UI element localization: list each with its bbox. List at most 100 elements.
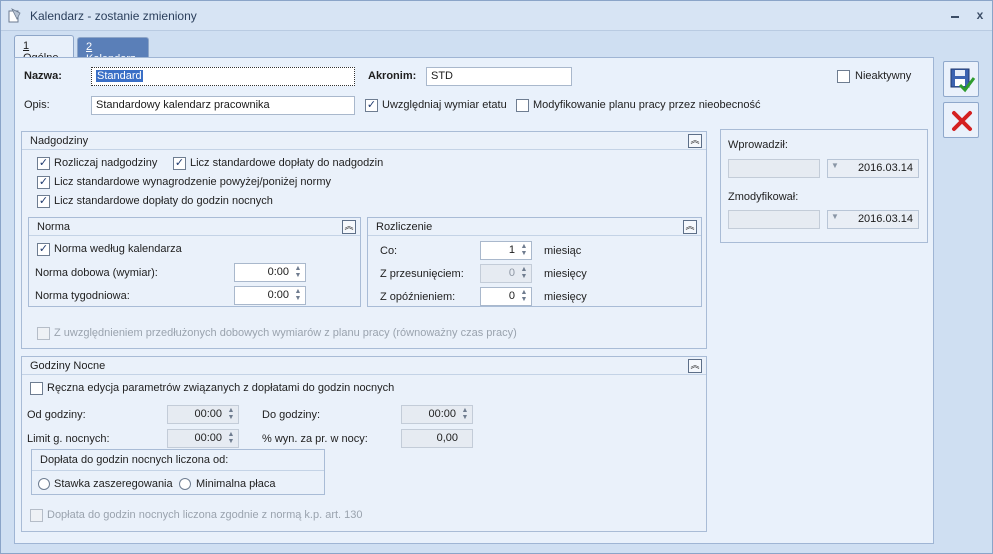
wprowadzil-date-field: ▼ 2016.03.14	[827, 159, 919, 178]
procent-input[interactable]: 0,00	[401, 429, 473, 448]
licz-doplaty-nocne-label: Licz standardowe dopłaty do godzin nocny…	[54, 195, 273, 207]
od-godziny-value: 00:00	[194, 408, 222, 420]
wprowadzil-user-field	[728, 159, 820, 178]
norma-tygodniowa-spinner[interactable]: 0:00 ▲ ▼	[234, 286, 306, 305]
zmodyfikowal-date: 2016.03.14	[857, 213, 913, 225]
od-godziny-label: Od godziny:	[27, 409, 86, 421]
od-godziny-spinner[interactable]: 00:00 ▲ ▼	[167, 405, 239, 424]
norma-header: Norma ︽	[29, 218, 360, 236]
do-godziny-label: Do godziny:	[262, 409, 321, 421]
norma-kalendarz-label: Norma według kalendarza	[54, 243, 182, 255]
limit-nocnych-value: 00:00	[194, 432, 222, 444]
cancel-icon	[950, 109, 974, 136]
norma-tygodniowa-value: 0:00	[267, 289, 289, 301]
nazwa-input[interactable]: Standard	[91, 67, 355, 86]
nazwa-value: Standard	[96, 70, 143, 82]
opoznienie-label: Z opóźnieniem:	[380, 291, 456, 303]
przesuniecie-spinner[interactable]: 0 ▲ ▼	[480, 264, 532, 283]
spinner-arrows-icon[interactable]: ▲ ▼	[518, 266, 530, 281]
cancel-button[interactable]	[943, 102, 979, 138]
opis-input[interactable]: Standardowy kalendarz pracownika	[91, 96, 355, 115]
przesuniecie-label: Z przesunięciem:	[380, 268, 464, 280]
tab-ogolne[interactable]: 1 Ogólne	[14, 35, 74, 64]
godziny-nocne-header: Godziny Nocne ︽	[22, 357, 706, 375]
spinner-arrows-icon[interactable]: ▲ ▼	[459, 407, 471, 422]
minimalna-radio[interactable]	[179, 478, 191, 490]
reczna-edycja-label: Ręczna edycja parametrów związanych z do…	[47, 382, 395, 394]
uwzgledniaj-checkbox[interactable]: ✓	[365, 99, 378, 112]
rozliczaj-checkbox[interactable]: ✓	[37, 157, 50, 170]
save-button[interactable]	[943, 61, 979, 97]
spinner-arrows-icon[interactable]: ▲ ▼	[225, 431, 237, 446]
opoznienie-spinner[interactable]: 0 ▲ ▼	[480, 287, 532, 306]
reczna-edycja-checkbox[interactable]	[30, 382, 43, 395]
akronim-label: Akronim:	[368, 70, 417, 82]
zgodnie-checkbox[interactable]	[30, 509, 43, 522]
licz-doplaty-nocne-checkbox[interactable]: ✓	[37, 195, 50, 208]
nieaktywny-checkbox[interactable]	[837, 70, 850, 83]
tab-kalendarz[interactable]: 2 Kalendarz	[77, 37, 149, 65]
spinner-arrows-icon[interactable]: ▲ ▼	[292, 265, 304, 280]
title-bar[interactable]: Kalendarz - zostanie zmieniony x	[1, 1, 992, 31]
co-label: Co:	[380, 245, 398, 257]
norma-title: Norma	[37, 221, 71, 233]
window-title: Kalendarz - zostanie zmieniony	[30, 9, 197, 23]
stawka-radio[interactable]	[38, 478, 50, 490]
modyfikowanie-label: Modyfikowanie planu pracy przez nieobecn…	[533, 99, 761, 111]
godziny-nocne-collapse-icon[interactable]: ︽	[688, 359, 702, 373]
modyfikowanie-checkbox[interactable]	[516, 99, 529, 112]
rozliczaj-label: Rozliczaj nadgodziny	[54, 157, 158, 169]
z-uwzglednieniem-label: Z uwzględnieniem przedłużonych dobowych …	[54, 327, 517, 339]
limit-nocnych-spinner[interactable]: 00:00 ▲ ▼	[167, 429, 239, 448]
rozliczenie-panel: Rozliczenie ︽ Co: 1 ▲ ▼ miesiąc Z przesun…	[367, 217, 702, 307]
save-icon	[948, 66, 976, 97]
limit-nocnych-label: Limit g. nocnych:	[27, 433, 110, 445]
nadgodziny-collapse-icon[interactable]: ︽	[688, 134, 702, 148]
norma-collapse-icon[interactable]: ︽	[342, 220, 356, 234]
audit-panel: Wprowadził: ▼ 2016.03.14 Zmodyfikował: ▼…	[720, 129, 928, 243]
tab-ogolne-hotkey: 1	[23, 40, 30, 52]
close-button[interactable]: x	[972, 8, 988, 24]
chevron-down-icon: ▼	[831, 161, 839, 170]
rozliczenie-collapse-icon[interactable]: ︽	[683, 220, 697, 234]
do-godziny-spinner[interactable]: 00:00 ▲ ▼	[401, 405, 473, 424]
godziny-nocne-panel: Godziny Nocne ︽ Ręczna edycja parametrów…	[21, 356, 707, 532]
rozliczenie-title: Rozliczenie	[376, 221, 433, 233]
licz-wynagrodzenie-checkbox[interactable]: ✓	[37, 176, 50, 189]
zmodyfikowal-label: Zmodyfikował:	[728, 191, 799, 203]
co-unit: miesiąc	[544, 245, 582, 257]
procent-label: % wyn. za pr. w nocy:	[262, 433, 368, 445]
norma-panel: Norma ︽ ✓ Norma według kalendarza Norma …	[28, 217, 361, 307]
z-uwzglednieniem-checkbox[interactable]	[37, 327, 50, 340]
doplata-group-title: Dopłata do godzin nocnych liczona od:	[40, 454, 229, 466]
co-value: 1	[508, 244, 515, 256]
licz-wynagrodzenie-label: Licz standardowe wynagrodzenie powyżej/p…	[54, 176, 331, 188]
spinner-arrows-icon[interactable]: ▲ ▼	[518, 289, 530, 304]
norma-kalendarz-checkbox[interactable]: ✓	[37, 243, 50, 256]
licz-doplaty-label: Licz standardowe dopłaty do nadgodzin	[190, 157, 384, 169]
licz-doplaty-checkbox[interactable]: ✓	[173, 157, 186, 170]
zgodnie-label: Dopłata do godzin nocnych liczona zgodni…	[47, 509, 363, 521]
godziny-nocne-title: Godziny Nocne	[30, 360, 106, 372]
nadgodziny-panel: Nadgodziny ︽ ✓ Rozliczaj nadgodziny ✓ Li…	[21, 131, 707, 349]
chevron-down-icon: ▼	[831, 212, 839, 221]
zmodyfikowal-date-field: ▼ 2016.03.14	[827, 210, 919, 229]
przesuniecie-value: 0	[508, 267, 515, 279]
spinner-arrows-icon[interactable]: ▲ ▼	[225, 407, 237, 422]
nadgodziny-header: Nadgodziny ︽	[22, 132, 706, 150]
tab-content-ogolne: Nazwa: Standard Akronim: STD Nieaktywny …	[14, 57, 934, 544]
opis-label: Opis:	[24, 99, 50, 111]
minimize-icon[interactable]	[947, 8, 963, 24]
spinner-arrows-icon[interactable]: ▲ ▼	[292, 288, 304, 303]
akronim-input[interactable]: STD	[426, 67, 572, 86]
co-spinner[interactable]: 1 ▲ ▼	[480, 241, 532, 260]
przesuniecie-unit: miesięcy	[544, 268, 587, 280]
minimalna-label: Minimalna płaca	[196, 478, 276, 490]
doplata-group: Dopłata do godzin nocnych liczona od: St…	[31, 449, 325, 495]
spinner-arrows-icon[interactable]: ▲ ▼	[518, 243, 530, 258]
calendar-window: Kalendarz - zostanie zmieniony x 1 Ogóln…	[0, 0, 993, 554]
rozliczenie-header: Rozliczenie ︽	[368, 218, 701, 236]
stawka-label: Stawka zaszeregowania	[54, 478, 173, 490]
norma-dobowa-spinner[interactable]: 0:00 ▲ ▼	[234, 263, 306, 282]
nazwa-label: Nazwa:	[24, 70, 62, 82]
